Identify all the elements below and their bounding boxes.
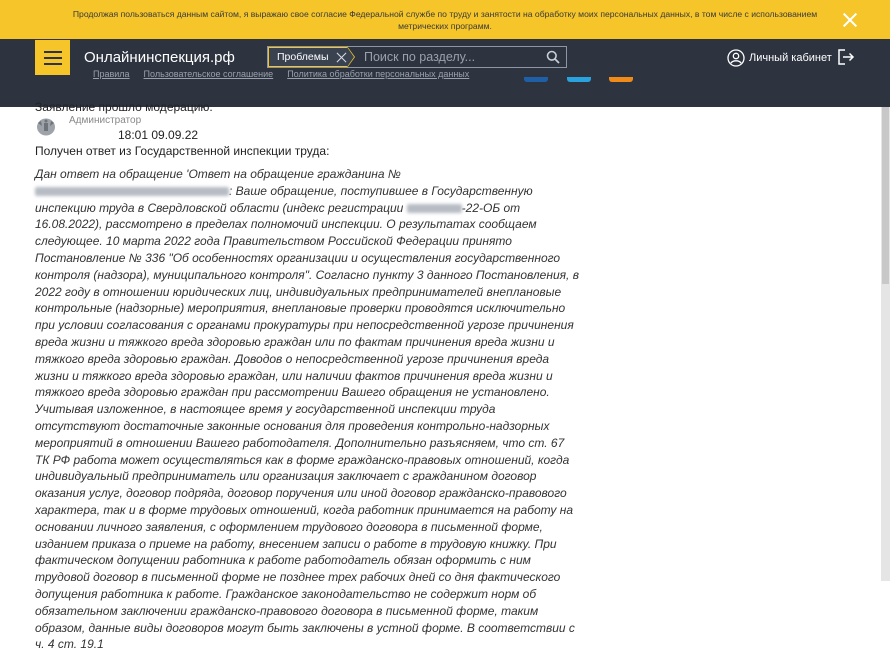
- scroll-thumb[interactable]: [882, 107, 889, 284]
- moderation-status: Заявление прошло модерацию.: [35, 100, 213, 114]
- logout-icon[interactable]: [837, 48, 855, 66]
- message-time: 18:01 09.09.22: [118, 128, 199, 142]
- search-icon[interactable]: [546, 50, 560, 64]
- rules-link[interactable]: Правила: [93, 69, 130, 79]
- cookie-banner: Продолжая пользоваться данным сайтом, я …: [0, 0, 890, 39]
- search-bar: Проблемы: [267, 46, 567, 68]
- search-chip-label: Проблемы: [277, 51, 329, 63]
- search-category-chip[interactable]: Проблемы: [268, 47, 348, 67]
- footer-links: Правила Пользовательское соглашение Поли…: [93, 69, 469, 79]
- cabinet-link[interactable]: Личный кабинет: [727, 49, 832, 67]
- menu-button[interactable]: [35, 40, 70, 75]
- social-icon-telegram[interactable]: [567, 77, 591, 82]
- privacy-policy-link[interactable]: Политика обработки персональных данных: [287, 69, 469, 79]
- clear-chip-icon[interactable]: [336, 52, 347, 63]
- search-input[interactable]: [364, 49, 539, 65]
- user-icon: [727, 49, 745, 67]
- social-icon-ok[interactable]: [609, 77, 633, 82]
- emblem-icon: [37, 118, 55, 136]
- redacted-reg-index: [406, 203, 462, 213]
- hamburger-icon: [43, 50, 62, 53]
- answer-text: Дан ответ на обращение 'Ответ на обращен…: [35, 166, 580, 653]
- answer-part-3: -22-ОБ от 16.08.2022), рассмотрено в пре…: [35, 200, 579, 652]
- redacted-number: [35, 187, 229, 197]
- close-icon[interactable]: [842, 12, 858, 28]
- cabinet-label: Личный кабинет: [749, 52, 832, 64]
- message-intro: Получен ответ из Государственной инспекц…: [35, 144, 330, 158]
- site-logo[interactable]: Онлайнинспекция.рф: [84, 49, 235, 66]
- user-agreement-link[interactable]: Пользовательское соглашение: [144, 69, 274, 79]
- cookie-text: Продолжая пользоваться данным сайтом, я …: [72, 8, 818, 31]
- author-role: Администратор: [69, 115, 142, 126]
- social-icon-vk[interactable]: [524, 77, 548, 82]
- answer-part-1: Дан ответ на обращение 'Ответ на обращен…: [35, 167, 401, 181]
- scrollbar[interactable]: [881, 107, 890, 581]
